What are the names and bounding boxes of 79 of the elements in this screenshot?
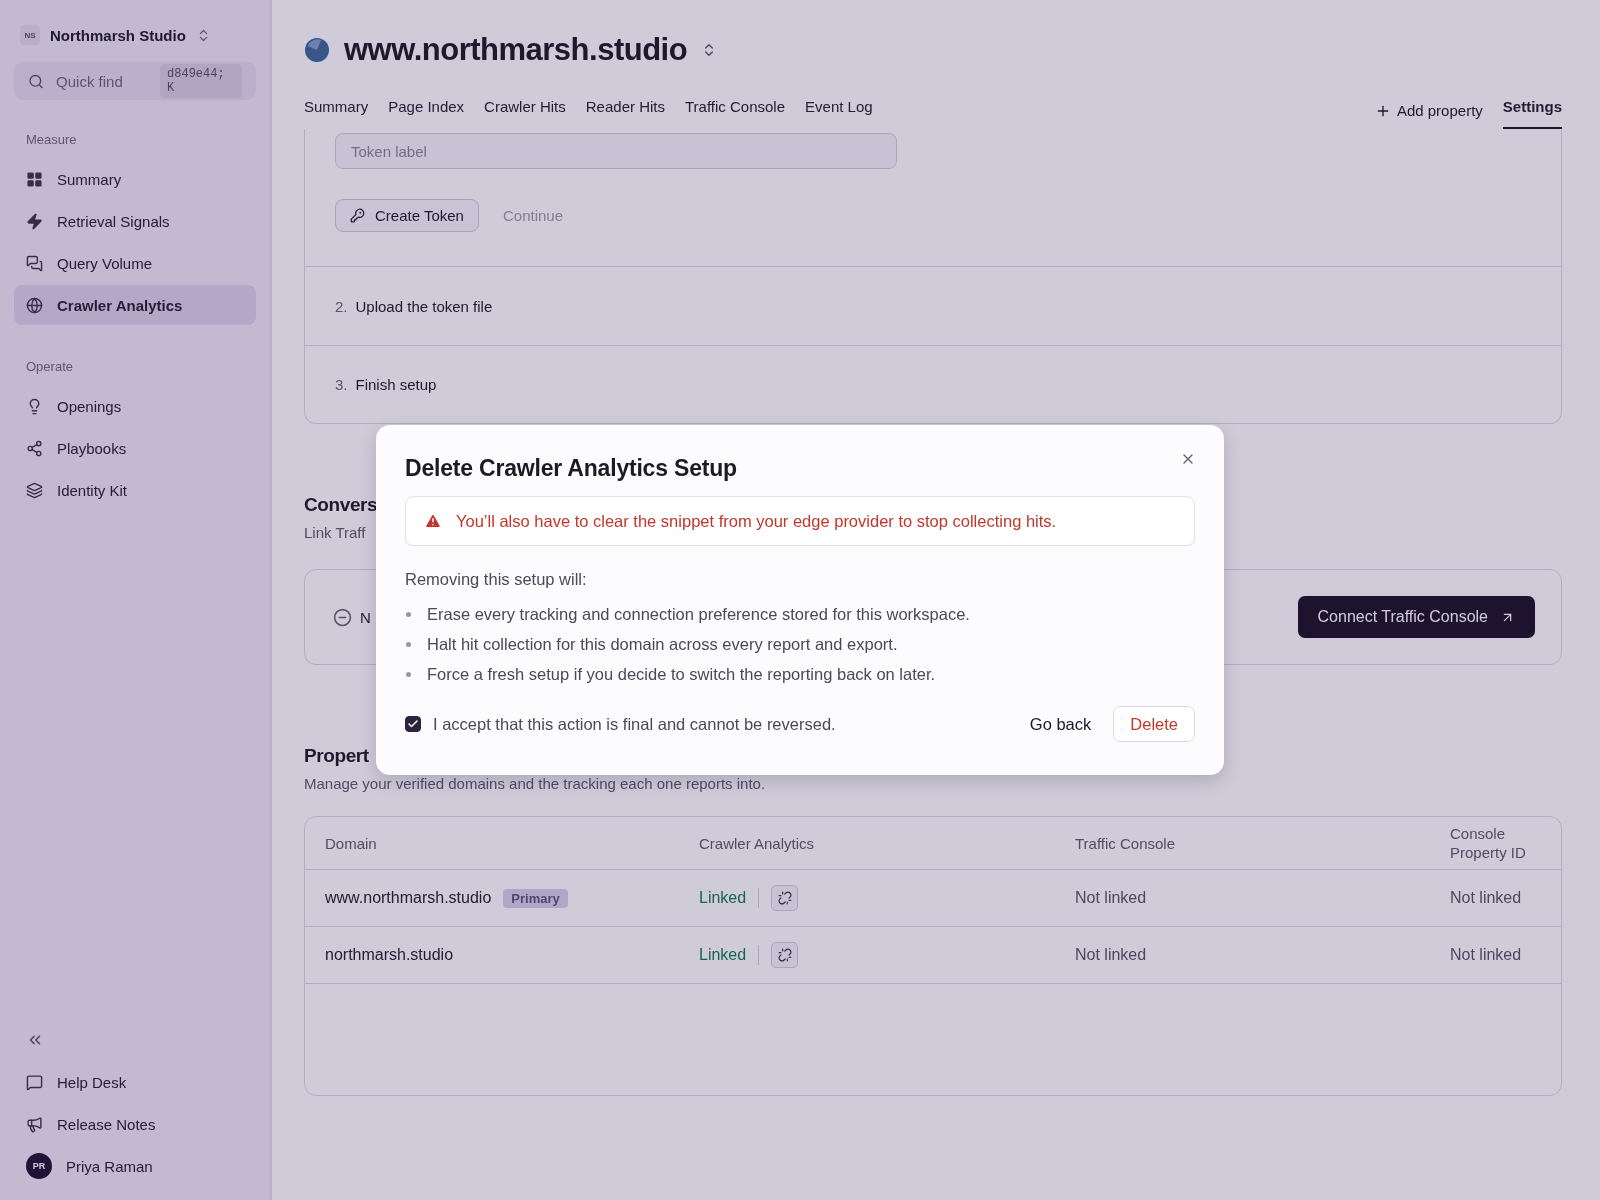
search-icon [28, 72, 45, 90]
tab[interactable]: Crawler Hits [484, 98, 566, 129]
minus-circle-icon [333, 607, 352, 627]
step-number: 3. [335, 376, 348, 393]
status-text: Linked [699, 889, 747, 907]
token-label-field[interactable]: Token label [335, 133, 897, 169]
site-favicon [304, 37, 330, 63]
sidebar-item[interactable]: Retrieval Signals [14, 201, 256, 241]
table-cell-text: Not linked [1450, 889, 1523, 907]
layers-icon [26, 481, 43, 499]
grid-icon [26, 170, 43, 188]
column-header: Traffic Console [1075, 833, 1177, 853]
warning-icon [424, 512, 442, 530]
create-token-button[interactable]: Create Token [335, 199, 479, 232]
chat-bubbles-icon [26, 254, 43, 272]
section-title: Propert [304, 745, 370, 767]
workspace-logo: NS [20, 25, 40, 45]
sidebar-item[interactable]: Query Volume [14, 243, 256, 283]
sidebar-item[interactable]: Openings [14, 386, 256, 426]
table-cell-text: Not linked [1075, 946, 1148, 964]
section-title: Measure [25, 132, 78, 147]
primary-tag: Primary [503, 888, 568, 908]
share-nodes-icon [26, 439, 43, 457]
tab[interactable]: Summary [304, 98, 369, 129]
bullet-text: Force a fresh setup if you decide to switch the reporting back on later. [427, 665, 936, 684]
connect-button[interactable]: Connect Traffic Console [1297, 596, 1535, 638]
domain-text: www.northmarsh.studio [325, 889, 492, 907]
dialog-intro: Removing this setup will: [405, 570, 588, 589]
go-back-button[interactable]: Go back [1007, 714, 1114, 734]
workspace-name[interactable]: Northmarsh Studio [50, 26, 186, 44]
add-property-button[interactable]: Add property [1374, 102, 1483, 129]
sidebar-item[interactable]: Release Notes [14, 1104, 256, 1144]
bullet-text: Halt hit collection for this domain across every report and export. [427, 635, 898, 654]
status-text: N [360, 608, 371, 626]
check-icon [407, 718, 419, 730]
step-label: Finish setup [355, 376, 437, 393]
step-label: Upload the token file [355, 297, 493, 315]
column-header: Domain [325, 833, 378, 853]
tab[interactable]: Reader Hits [585, 98, 665, 129]
table-cell-text: Not linked [1450, 946, 1523, 964]
section-title: Operate [25, 359, 74, 374]
globe-icon [26, 296, 43, 314]
search-input[interactable]: Quick find [54, 71, 151, 91]
column-header: Crawler Analytics [699, 833, 816, 853]
site-title: www.northmarsh.studio [344, 32, 688, 68]
status-text: Linked [699, 946, 747, 964]
accept-checkbox[interactable] [405, 716, 421, 732]
unlink-button[interactable] [771, 885, 799, 911]
search-field[interactable]: Quick find d849e44; K [14, 62, 256, 100]
chat-bubble-icon [26, 1073, 43, 1091]
sidebar-item[interactable]: Help Desk [14, 1062, 256, 1102]
step-number: 2. [335, 297, 348, 315]
unlink-button[interactable] [771, 942, 799, 968]
section-subtitle: Manage your verified domains and the tracking each one reports into. [304, 775, 767, 792]
unlink-icon [777, 948, 792, 962]
megaphone-icon [26, 1115, 43, 1133]
sidebar-item[interactable]: Playbooks [14, 428, 256, 468]
tab[interactable]: Event Log [805, 98, 873, 129]
tab[interactable]: Traffic Console [685, 98, 786, 129]
table-cell-text: Not linked [1075, 889, 1148, 907]
warning-text: You’ll also have to clear the snippet from your edge provider to stop collecting hits. [456, 511, 1057, 531]
sidebar-item[interactable]: Summary [14, 159, 256, 199]
shortcut-hint: d849e44; K [160, 64, 242, 98]
bolt-icon [26, 212, 43, 230]
section-title: Convers [304, 494, 379, 516]
unlink-icon [777, 891, 792, 905]
sidebar-item[interactable]: Identity Kit [14, 470, 256, 510]
accept-label: I accept that this action is final and cannot be reversed. [433, 714, 836, 734]
user-menu[interactable]: PR Priya Raman [14, 1146, 256, 1186]
sidebar-item[interactable]: Crawler Analytics [14, 285, 256, 325]
bullet-text: Erase every tracking and connection preference stored for this workspace. [427, 605, 970, 624]
key-icon [350, 208, 365, 223]
column-header: Console Property ID [1450, 824, 1527, 862]
tab[interactable]: Page Index [388, 98, 465, 129]
dialog-title: Delete Crawler Analytics Setup [405, 455, 737, 482]
domain-text: northmarsh.studio [325, 946, 454, 964]
user-avatar: PR [26, 1153, 52, 1179]
tab[interactable]: Settings [1502, 98, 1562, 129]
delete-button[interactable]: Delete [1113, 706, 1195, 742]
